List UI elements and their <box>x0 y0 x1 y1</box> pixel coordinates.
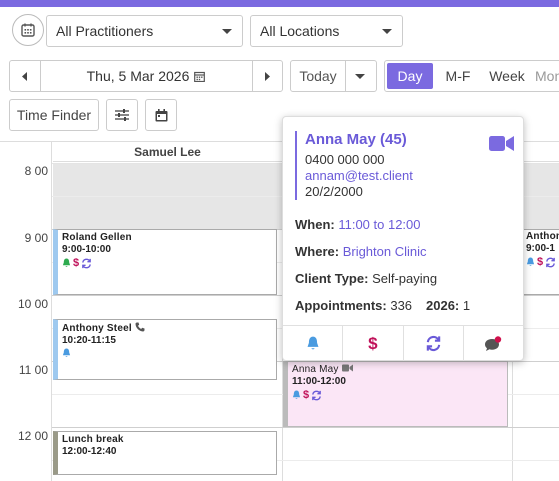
appointment-card[interactable]: Anthony Steel 10:20-11:15 <box>53 319 277 380</box>
previous-day-button[interactable] <box>10 61 40 91</box>
next-day-button[interactable] <box>252 61 282 91</box>
view-day-button[interactable]: Day <box>387 63 433 89</box>
time-finder-button[interactable]: Time Finder <box>9 99 99 131</box>
chevron-left-icon <box>22 71 27 81</box>
popup-actions: $ <box>283 325 523 361</box>
calendar-toggle-button[interactable] <box>12 14 44 46</box>
recurring-icon <box>312 390 321 400</box>
chevron-down-icon <box>382 29 392 34</box>
when-row: When: 11:00 to 12:00 <box>295 217 421 232</box>
year-label: 2026: <box>426 298 460 313</box>
appointment-time: 9:00-1 <box>526 243 555 254</box>
year-count-row: 2026: 1 <box>426 298 470 313</box>
client-type-row: Client Type: Self-paying <box>295 271 437 286</box>
time-label: 9 00 <box>24 231 48 245</box>
messages-button[interactable] <box>464 326 523 361</box>
date-picker-button[interactable]: Thu, 5 Mar 2026 <box>40 61 252 91</box>
appointment-card-break[interactable]: Lunch break 12:00-12:40 <box>53 431 277 475</box>
time-label: 8 00 <box>24 164 48 178</box>
appointment-popup: Anna May (45) 0400 000 000 annam@test.cl… <box>282 116 524 361</box>
dollar-icon: $ <box>303 389 310 401</box>
bell-icon <box>307 336 319 350</box>
dollar-icon: $ <box>73 257 80 269</box>
appointment-name: Anna May <box>292 364 503 376</box>
appointment-time: 11:00-12:00 <box>292 376 346 387</box>
calendar-icon <box>194 71 206 82</box>
view-month-button[interactable]: Mon <box>535 63 559 89</box>
client-email-link[interactable]: annam@test.client <box>305 168 485 184</box>
appointment-name-text: Anthony Steel <box>62 323 132 334</box>
calendar-icon <box>155 108 167 121</box>
appointment-name-text: Anna May <box>292 364 339 375</box>
phone-icon <box>135 322 145 332</box>
date-navigator: Thu, 5 Mar 2026 <box>9 60 283 92</box>
chevron-down-icon <box>222 29 232 34</box>
top-accent-bar <box>0 0 559 7</box>
where-row: Where: Brighton Clinic <box>295 244 427 259</box>
appointment-name: Anthon <box>526 231 559 242</box>
bell-icon <box>62 258 71 267</box>
practitioners-select-value: All Practitioners <box>56 23 154 39</box>
recurring-icon <box>546 257 555 267</box>
view-mf-button[interactable]: M-F <box>437 63 479 89</box>
appointments-label: Appointments: <box>295 298 387 313</box>
appointment-time: 10:20-11:15 <box>62 335 116 346</box>
comment-icon <box>485 335 502 351</box>
current-date: Thu, 5 Mar 2026 <box>86 68 190 84</box>
grid-line <box>52 427 559 428</box>
today-button[interactable]: Today <box>291 61 345 91</box>
bell-icon <box>526 257 535 266</box>
filter-sliders-icon <box>115 109 129 121</box>
client-phone: 0400 000 000 <box>305 152 385 167</box>
client-type-label: Client Type: <box>295 271 369 286</box>
where-label: Where: <box>295 244 340 259</box>
when-value-link[interactable]: 11:00 to 12:00 <box>338 217 420 232</box>
year-value: 1 <box>462 298 471 313</box>
dollar-icon: $ <box>537 256 544 268</box>
calendar-settings-button[interactable] <box>145 99 177 131</box>
video-icon <box>341 364 353 372</box>
bell-icon <box>292 390 301 399</box>
recurring-icon <box>82 258 91 268</box>
client-dob: 20/2/2000 <box>305 184 363 199</box>
recurring-button[interactable] <box>404 326 464 361</box>
video-icon[interactable] <box>489 135 514 152</box>
appointment-name: Anthony Steel <box>62 322 272 335</box>
appointment-name: Lunch break <box>62 434 124 445</box>
appointment-time: 9:00-10:00 <box>62 244 111 255</box>
client-name-link[interactable]: Anna May (45) <box>305 131 485 152</box>
today-control: Today <box>290 60 377 92</box>
where-value-link[interactable]: Brighton Clinic <box>343 244 427 259</box>
when-label: When: <box>295 217 335 232</box>
filter-button[interactable] <box>106 99 138 131</box>
practitioners-select[interactable]: All Practitioners <box>46 15 243 47</box>
payment-button[interactable]: $ <box>343 326 404 361</box>
appointment-card[interactable]: Roland Gellen 9:00-10:00 $ <box>53 229 277 295</box>
time-label: 10 00 <box>17 297 48 311</box>
time-label: 12 00 <box>17 429 48 443</box>
appointments-value: 336 <box>390 298 413 313</box>
appointment-name: Roland Gellen <box>62 232 132 243</box>
time-label: 11 00 <box>18 363 48 377</box>
dollar-icon: $ <box>368 333 378 353</box>
reminder-button[interactable] <box>283 326 344 361</box>
locations-select[interactable]: All Locations <box>250 15 403 47</box>
client-summary: Anna May (45) 0400 000 000 annam@test.cl… <box>295 131 485 200</box>
client-type-value: Self-paying <box>372 271 438 286</box>
recurring-icon <box>426 335 440 352</box>
today-dropdown-chevron-down-icon[interactable] <box>355 74 365 79</box>
appointment-time: 12:00-12:40 <box>62 446 117 457</box>
appointments-count-row: Appointments: 336 <box>295 298 412 313</box>
view-week-button[interactable]: Week <box>483 63 531 89</box>
bell-icon <box>62 348 71 357</box>
locations-select-value: All Locations <box>260 23 340 39</box>
view-switcher: Day M-F Week Mon <box>384 60 559 92</box>
calendar-icon <box>21 23 35 37</box>
divider <box>345 61 346 91</box>
appointment-card-selected[interactable]: Anna May 11:00-12:00 $ <box>283 361 508 427</box>
column-header: Samuel Lee <box>53 142 282 162</box>
chevron-right-icon <box>265 71 270 81</box>
